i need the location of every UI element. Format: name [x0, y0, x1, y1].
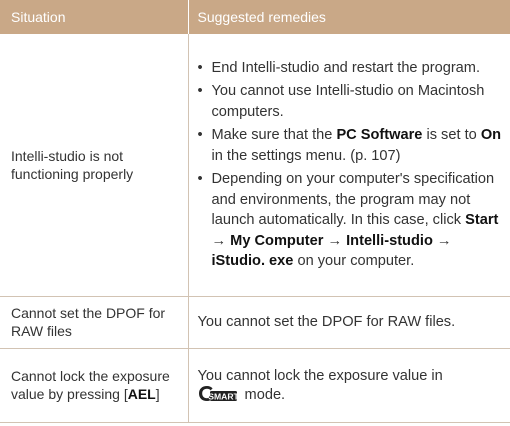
remedy-text: in the settings menu. (p. 107): [211, 147, 401, 164]
bullet-icon: •: [197, 83, 203, 100]
table-row: Intelli-studio is not functioning proper…: [0, 34, 510, 297]
list-item: • Make sure that the PC Software is set …: [198, 125, 505, 166]
remedy-text: is set to: [422, 127, 481, 144]
list-item: • Depending on your computer's specifica…: [198, 169, 505, 272]
smart-icon-label: SMART: [208, 391, 238, 401]
key-bracket-close: ]: [155, 386, 160, 402]
remedies-cell: • End Intelli-studio and restart the pro…: [188, 34, 510, 297]
remedy-text: Depending on your computer's specificati…: [211, 171, 495, 229]
table-row: Cannot lock the exposure value by pressi…: [0, 348, 510, 423]
remedy-text: You cannot use Intelli-studio on Macinto…: [211, 83, 485, 120]
arrow-icon: →: [323, 232, 347, 249]
smart-mode-icon: SMART: [198, 385, 238, 401]
troubleshooting-table: Situation Suggested remedies Intelli-stu…: [0, 0, 510, 423]
remedy-text: End Intelli-studio and restart the progr…: [211, 59, 481, 76]
my-computer-label: My Computer: [230, 232, 324, 249]
bullet-icon: •: [197, 59, 203, 76]
remedy-text: mode.: [240, 386, 286, 403]
arrow-icon: →: [211, 232, 231, 249]
remedy-cell: You cannot set the DPOF for RAW files.: [188, 296, 510, 349]
start-label: Start: [465, 212, 499, 229]
list-item: • You cannot use Intelli-studio on Macin…: [198, 81, 505, 122]
remedy-text: Make sure that the: [211, 127, 337, 144]
situation-cell: Intelli-studio is not functioning proper…: [0, 34, 189, 297]
ael-button-label: AEL: [127, 386, 156, 402]
arrow-icon: →: [432, 232, 452, 249]
istudio-exe-label: iStudio. exe: [211, 253, 294, 270]
situation-cell: Cannot lock the exposure value by pressi…: [0, 348, 189, 423]
pc-software-label: PC Software: [336, 127, 423, 144]
table-row: Cannot set the DPOF for RAW files You ca…: [0, 296, 510, 349]
header-situation: Situation: [0, 0, 188, 34]
on-label: On: [480, 127, 502, 144]
list-item: • End Intelli-studio and restart the pro…: [198, 58, 505, 79]
remedy-text: on your computer.: [293, 253, 415, 270]
intelli-studio-label: Intelli-studio: [346, 232, 433, 249]
remedy-text: You cannot lock the exposure value in: [197, 367, 443, 384]
header-suggested-remedies: Suggested remedies: [187, 0, 510, 34]
remedy-list: • End Intelli-studio and restart the pro…: [198, 58, 505, 272]
bullet-icon: •: [197, 127, 203, 144]
bullet-icon: •: [197, 171, 203, 188]
table-header-row: Situation Suggested remedies: [0, 0, 510, 34]
remedy-cell: You cannot lock the exposure value in SM…: [188, 348, 510, 423]
situation-cell: Cannot set the DPOF for RAW files: [0, 296, 189, 349]
